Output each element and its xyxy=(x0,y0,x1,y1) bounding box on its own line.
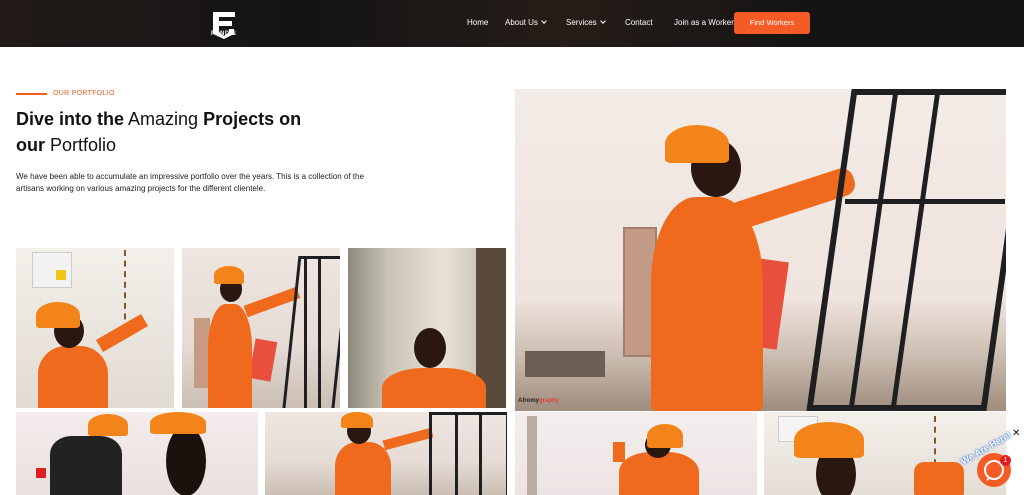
featured-portfolio-photo[interactable] xyxy=(515,89,1006,411)
headline-part-4: our xyxy=(16,135,45,155)
headline-part-1: Dive into the xyxy=(16,109,125,129)
portfolio-photo[interactable] xyxy=(182,248,340,408)
portfolio-photo[interactable] xyxy=(265,412,507,495)
watermark-prefix: Afromy xyxy=(518,398,540,404)
nav-services-label: Services xyxy=(566,18,597,27)
chevron-down-icon xyxy=(599,18,606,24)
nav-about-us[interactable]: About Us xyxy=(505,18,547,27)
portfolio-photo[interactable] xyxy=(16,248,174,408)
nav-join-as-worker[interactable]: Join as a Worker xyxy=(674,18,734,27)
portfolio-photo[interactable] xyxy=(348,248,506,408)
headline-part-5: Portfolio xyxy=(50,135,117,155)
nav-home[interactable]: Home xyxy=(467,18,488,27)
top-navbar: FUNDIS Home About Us Services Contact Jo… xyxy=(0,0,1024,47)
find-workers-button[interactable]: Find Workers xyxy=(734,12,810,34)
section-description: We have been able to accumulate an impre… xyxy=(16,172,364,193)
section-eyebrow: OUR PORTFOLIO xyxy=(53,90,115,97)
portfolio-photo[interactable] xyxy=(515,412,757,495)
close-icon[interactable]: ✕ xyxy=(1012,428,1020,439)
eyebrow-line xyxy=(16,93,47,95)
portfolio-photo[interactable] xyxy=(16,412,258,495)
chevron-down-icon xyxy=(541,18,547,24)
brand-name[interactable]: FUNDIS xyxy=(211,31,236,37)
headline-part-3: Projects on xyxy=(203,109,302,129)
nav-contact[interactable]: Contact xyxy=(625,18,653,27)
chat-notification-badge: 1 xyxy=(1000,455,1011,466)
watermark-suffix: graphy xyxy=(539,398,560,404)
nav-about-us-label: About Us xyxy=(505,18,538,27)
photo-watermark: Afromygraphy xyxy=(518,398,559,404)
nav-services[interactable]: Services xyxy=(566,18,606,27)
section-headline: Dive into the Amazing Projects on our Po… xyxy=(16,106,336,158)
headline-part-2: Amazing xyxy=(128,109,199,129)
